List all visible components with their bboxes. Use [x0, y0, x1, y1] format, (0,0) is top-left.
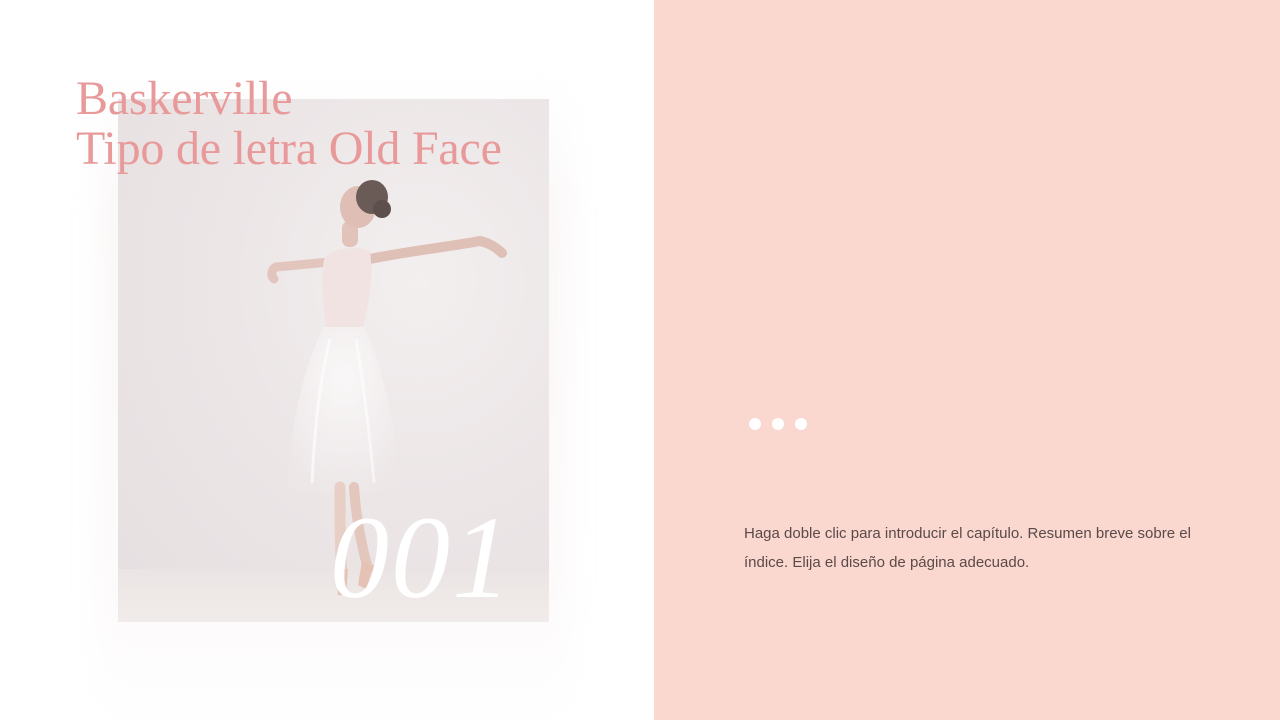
slide-title: Baskerville Tipo de letra Old Face	[76, 74, 502, 174]
right-panel	[654, 0, 1280, 720]
dot-icon	[749, 418, 761, 430]
title-line-2: Tipo de letra Old Face	[76, 122, 502, 175]
dot-icon	[772, 418, 784, 430]
title-line-1: Baskerville	[76, 72, 293, 125]
chapter-summary[interactable]: Haga doble clic para introducir el capít…	[744, 519, 1214, 577]
dot-icon	[795, 418, 807, 430]
chapter-number: 001	[330, 492, 513, 623]
pagination-dots	[749, 418, 807, 430]
slide: Baskerville Tipo de letra Old Face 001 H…	[0, 0, 1280, 720]
